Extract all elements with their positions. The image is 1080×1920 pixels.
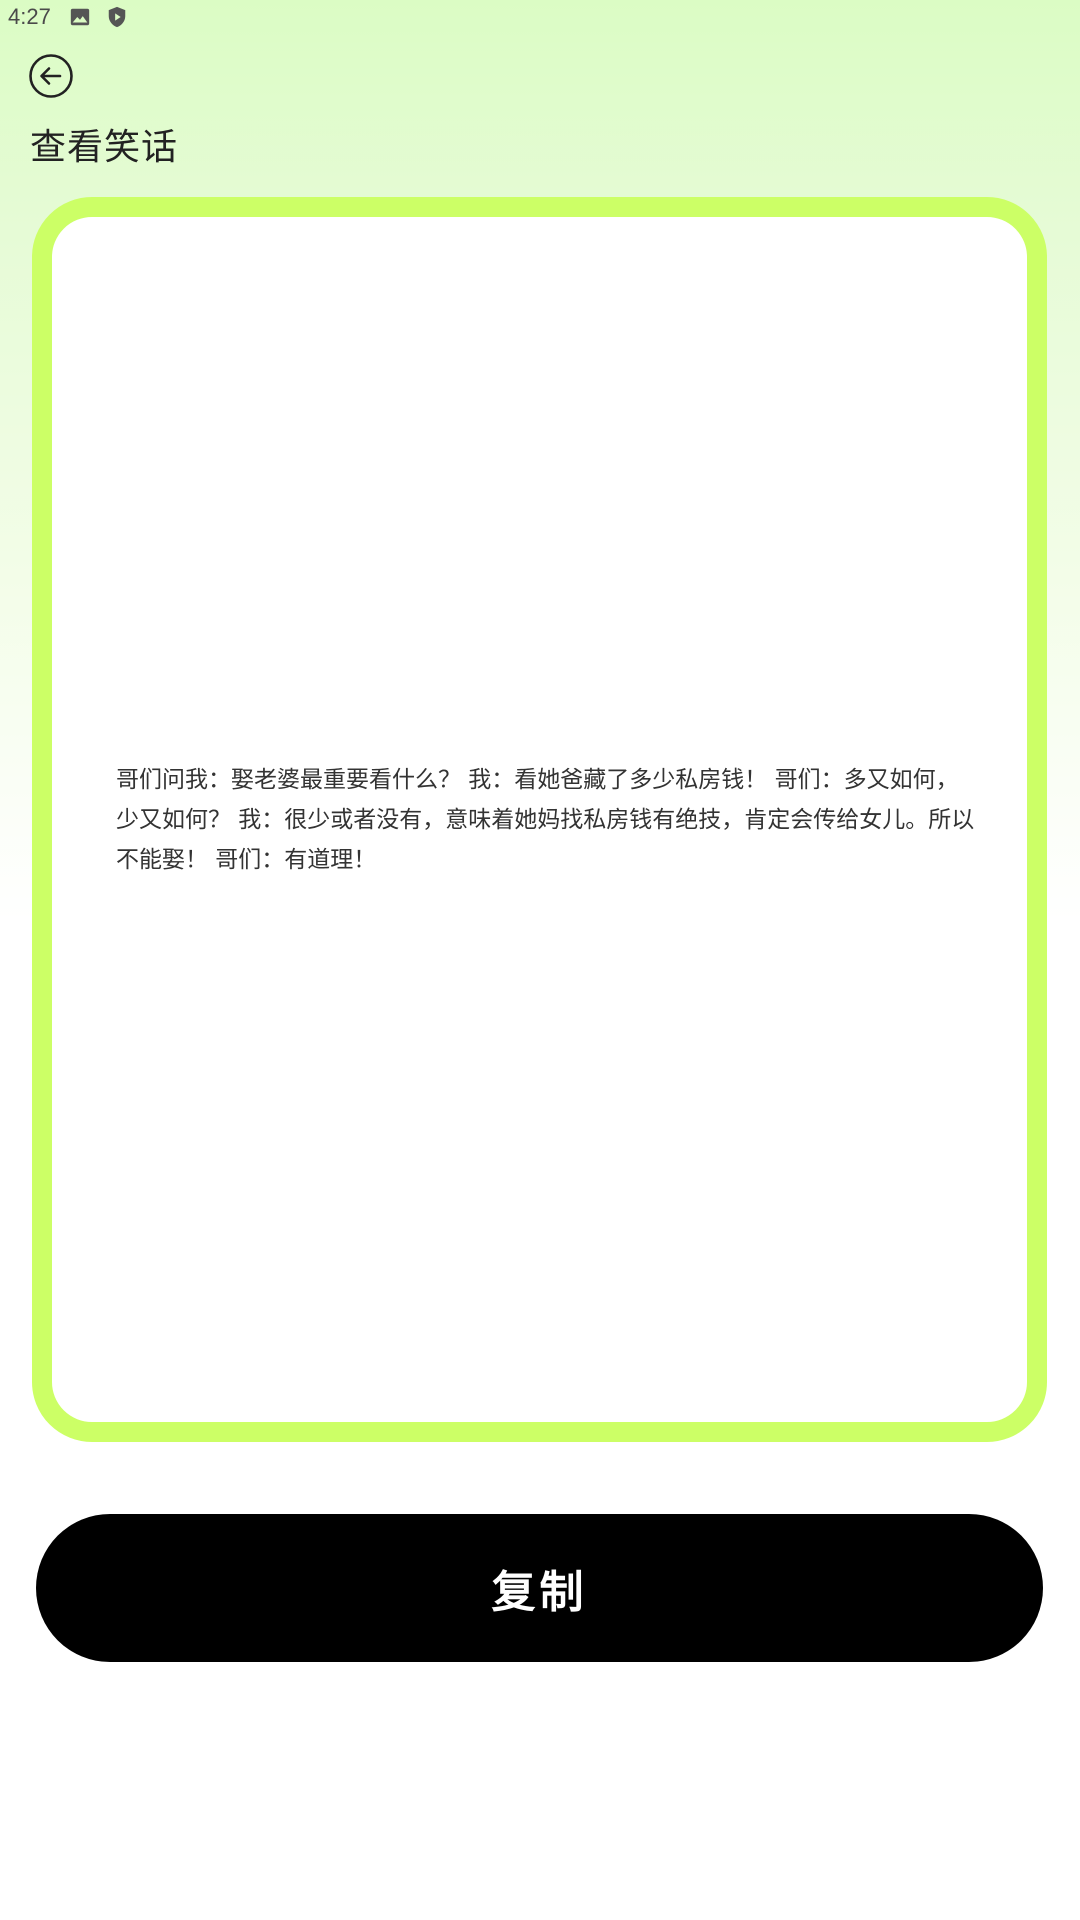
joke-text: 哥们问我：娶老婆最重要看什么？ 我：看她爸藏了多少私房钱！ 哥们：多又如何，少又… [116, 766, 975, 873]
arrow-left-circle-icon [29, 54, 73, 98]
page-title: 查看笑话 [30, 127, 179, 168]
shield-play-icon [108, 6, 126, 28]
status-time: 4:27 [8, 4, 51, 29]
image-icon [70, 8, 90, 26]
joke-card: 哥们问我：娶老婆最重要看什么？ 我：看她爸藏了多少私房钱！ 哥们：多又如何，少又… [32, 197, 1047, 1442]
back-button[interactable] [28, 53, 74, 99]
status-bar: 4:27 [0, 0, 1080, 36]
copy-button[interactable]: 复制 [36, 1514, 1043, 1662]
